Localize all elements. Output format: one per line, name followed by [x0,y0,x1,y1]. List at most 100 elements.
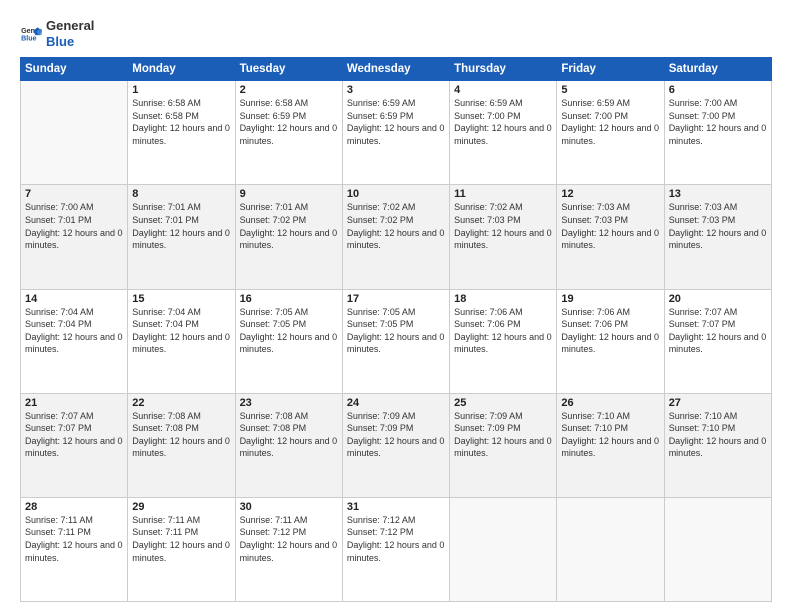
day-number: 18 [454,293,552,305]
day-info: Sunrise: 7:06 AMSunset: 7:06 PMDaylight:… [454,306,552,356]
day-info: Sunrise: 7:10 AMSunset: 7:10 PMDaylight:… [561,410,659,460]
day-number: 20 [669,293,767,305]
weekday-header: Thursday [450,58,557,81]
calendar-cell: 1Sunrise: 6:58 AMSunset: 6:58 PMDaylight… [128,81,235,185]
calendar-cell: 22Sunrise: 7:08 AMSunset: 7:08 PMDayligh… [128,393,235,497]
calendar-cell: 13Sunrise: 7:03 AMSunset: 7:03 PMDayligh… [664,185,771,289]
day-number: 22 [132,397,230,409]
calendar-cell: 6Sunrise: 7:00 AMSunset: 7:00 PMDaylight… [664,81,771,185]
svg-text:Blue: Blue [21,34,37,42]
day-info: Sunrise: 7:07 AMSunset: 7:07 PMDaylight:… [669,306,767,356]
calendar-cell: 18Sunrise: 7:06 AMSunset: 7:06 PMDayligh… [450,289,557,393]
day-number: 28 [25,501,123,513]
day-number: 17 [347,293,445,305]
day-info: Sunrise: 7:11 AMSunset: 7:11 PMDaylight:… [132,514,230,564]
calendar-cell: 12Sunrise: 7:03 AMSunset: 7:03 PMDayligh… [557,185,664,289]
day-info: Sunrise: 7:06 AMSunset: 7:06 PMDaylight:… [561,306,659,356]
day-number: 13 [669,188,767,200]
day-number: 31 [347,501,445,513]
day-info: Sunrise: 6:59 AMSunset: 7:00 PMDaylight:… [454,97,552,147]
logo-icon: General Blue [20,23,42,45]
day-number: 1 [132,84,230,96]
weekday-header: Tuesday [235,58,342,81]
calendar-cell: 11Sunrise: 7:02 AMSunset: 7:03 PMDayligh… [450,185,557,289]
weekday-header: Wednesday [342,58,449,81]
day-info: Sunrise: 6:58 AMSunset: 6:59 PMDaylight:… [240,97,338,147]
calendar-cell: 10Sunrise: 7:02 AMSunset: 7:02 PMDayligh… [342,185,449,289]
day-info: Sunrise: 7:02 AMSunset: 7:03 PMDaylight:… [454,201,552,251]
calendar-cell [21,81,128,185]
day-number: 7 [25,188,123,200]
weekday-header: Monday [128,58,235,81]
day-number: 15 [132,293,230,305]
calendar-cell: 23Sunrise: 7:08 AMSunset: 7:08 PMDayligh… [235,393,342,497]
day-info: Sunrise: 7:05 AMSunset: 7:05 PMDaylight:… [347,306,445,356]
calendar-cell: 16Sunrise: 7:05 AMSunset: 7:05 PMDayligh… [235,289,342,393]
day-info: Sunrise: 7:04 AMSunset: 7:04 PMDaylight:… [25,306,123,356]
calendar-cell [664,497,771,601]
day-info: Sunrise: 7:08 AMSunset: 7:08 PMDaylight:… [132,410,230,460]
day-number: 23 [240,397,338,409]
calendar-table: SundayMondayTuesdayWednesdayThursdayFrid… [20,57,772,602]
day-info: Sunrise: 6:58 AMSunset: 6:58 PMDaylight:… [132,97,230,147]
day-info: Sunrise: 7:01 AMSunset: 7:02 PMDaylight:… [240,201,338,251]
day-number: 5 [561,84,659,96]
calendar-cell: 5Sunrise: 6:59 AMSunset: 7:00 PMDaylight… [557,81,664,185]
day-number: 19 [561,293,659,305]
day-number: 9 [240,188,338,200]
day-number: 11 [454,188,552,200]
day-number: 4 [454,84,552,96]
calendar-cell: 17Sunrise: 7:05 AMSunset: 7:05 PMDayligh… [342,289,449,393]
calendar-cell: 31Sunrise: 7:12 AMSunset: 7:12 PMDayligh… [342,497,449,601]
calendar-cell [450,497,557,601]
calendar-page: General Blue General Blue SundayMondayTu… [0,0,792,612]
day-number: 10 [347,188,445,200]
day-info: Sunrise: 7:10 AMSunset: 7:10 PMDaylight:… [669,410,767,460]
day-info: Sunrise: 7:04 AMSunset: 7:04 PMDaylight:… [132,306,230,356]
page-header: General Blue General Blue [20,18,772,49]
calendar-cell: 29Sunrise: 7:11 AMSunset: 7:11 PMDayligh… [128,497,235,601]
day-info: Sunrise: 6:59 AMSunset: 7:00 PMDaylight:… [561,97,659,147]
day-number: 25 [454,397,552,409]
day-info: Sunrise: 7:09 AMSunset: 7:09 PMDaylight:… [347,410,445,460]
day-number: 16 [240,293,338,305]
logo: General Blue General Blue [20,18,94,49]
day-info: Sunrise: 7:07 AMSunset: 7:07 PMDaylight:… [25,410,123,460]
calendar-cell: 8Sunrise: 7:01 AMSunset: 7:01 PMDaylight… [128,185,235,289]
day-number: 24 [347,397,445,409]
day-info: Sunrise: 7:00 AMSunset: 7:00 PMDaylight:… [669,97,767,147]
day-number: 30 [240,501,338,513]
calendar-cell: 28Sunrise: 7:11 AMSunset: 7:11 PMDayligh… [21,497,128,601]
day-number: 2 [240,84,338,96]
day-number: 26 [561,397,659,409]
calendar-cell: 3Sunrise: 6:59 AMSunset: 6:59 PMDaylight… [342,81,449,185]
calendar-cell: 30Sunrise: 7:11 AMSunset: 7:12 PMDayligh… [235,497,342,601]
day-info: Sunrise: 7:05 AMSunset: 7:05 PMDaylight:… [240,306,338,356]
calendar-cell: 21Sunrise: 7:07 AMSunset: 7:07 PMDayligh… [21,393,128,497]
calendar-cell: 26Sunrise: 7:10 AMSunset: 7:10 PMDayligh… [557,393,664,497]
day-info: Sunrise: 7:09 AMSunset: 7:09 PMDaylight:… [454,410,552,460]
day-info: Sunrise: 6:59 AMSunset: 6:59 PMDaylight:… [347,97,445,147]
calendar-cell: 20Sunrise: 7:07 AMSunset: 7:07 PMDayligh… [664,289,771,393]
day-number: 27 [669,397,767,409]
calendar-cell: 27Sunrise: 7:10 AMSunset: 7:10 PMDayligh… [664,393,771,497]
day-info: Sunrise: 7:00 AMSunset: 7:01 PMDaylight:… [25,201,123,251]
day-number: 29 [132,501,230,513]
day-info: Sunrise: 7:08 AMSunset: 7:08 PMDaylight:… [240,410,338,460]
calendar-cell [557,497,664,601]
calendar-cell: 7Sunrise: 7:00 AMSunset: 7:01 PMDaylight… [21,185,128,289]
calendar-cell: 19Sunrise: 7:06 AMSunset: 7:06 PMDayligh… [557,289,664,393]
calendar-cell: 9Sunrise: 7:01 AMSunset: 7:02 PMDaylight… [235,185,342,289]
day-info: Sunrise: 7:12 AMSunset: 7:12 PMDaylight:… [347,514,445,564]
day-number: 12 [561,188,659,200]
day-number: 3 [347,84,445,96]
day-number: 21 [25,397,123,409]
day-info: Sunrise: 7:11 AMSunset: 7:11 PMDaylight:… [25,514,123,564]
day-info: Sunrise: 7:11 AMSunset: 7:12 PMDaylight:… [240,514,338,564]
calendar-cell: 4Sunrise: 6:59 AMSunset: 7:00 PMDaylight… [450,81,557,185]
day-number: 6 [669,84,767,96]
logo-text: General Blue [46,18,94,49]
calendar-cell: 2Sunrise: 6:58 AMSunset: 6:59 PMDaylight… [235,81,342,185]
day-number: 14 [25,293,123,305]
weekday-header: Sunday [21,58,128,81]
